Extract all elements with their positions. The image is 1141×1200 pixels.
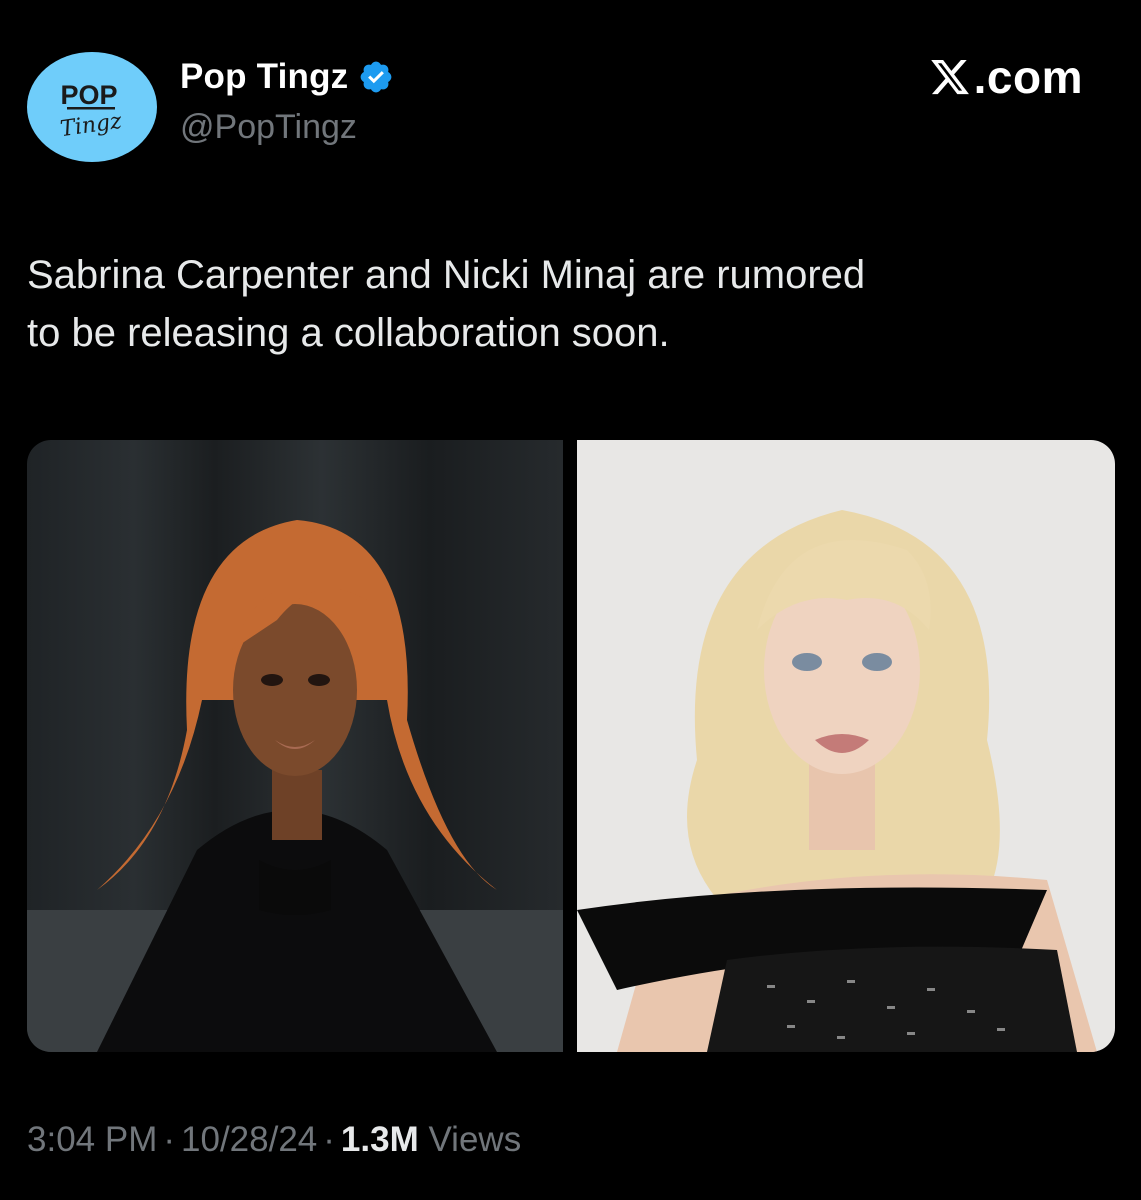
x-com-watermark: .com xyxy=(928,51,1083,103)
pop-tingz-logo-icon: POP Tingz xyxy=(59,80,124,142)
tweet-media-grid xyxy=(27,440,1115,1052)
media-photo-left[interactable] xyxy=(27,440,563,1052)
views-label: Views xyxy=(428,1120,522,1159)
account-handle[interactable]: @PopTingz xyxy=(180,108,357,147)
verified-badge-icon xyxy=(360,61,392,93)
display-name[interactable]: Pop Tingz xyxy=(180,57,348,97)
tweet-text: Sabrina Carpenter and Nicki Minaj are ru… xyxy=(27,246,1117,362)
avatar-logo-top: POP xyxy=(60,80,117,110)
name-row: Pop Tingz xyxy=(180,55,394,99)
tweet-metadata: 3:04 PM · 10/28/24 · 1.3M Views xyxy=(27,1120,521,1160)
tweet-date[interactable]: 10/28/24 xyxy=(181,1120,317,1159)
portrait-redhead-illustration xyxy=(27,520,563,1052)
avatar-logo-bottom: Tingz xyxy=(59,109,124,142)
meta-separator: · xyxy=(163,1120,176,1159)
media-photo-right[interactable] xyxy=(577,440,1115,1052)
brand-domain-text: .com xyxy=(973,51,1083,103)
x-logo-icon xyxy=(930,59,969,95)
views-count: 1.3M xyxy=(340,1120,419,1159)
avatar[interactable]: POP Tingz xyxy=(27,52,157,162)
portrait-blonde-illustration xyxy=(577,510,1097,1052)
meta-separator: · xyxy=(323,1120,335,1159)
tweet-time[interactable]: 3:04 PM xyxy=(27,1120,157,1159)
tweet-header: POP Tingz Pop Tingz @PopTingz .com xyxy=(0,0,1141,200)
tweet-text-line-1: Sabrina Carpenter and Nicki Minaj are ru… xyxy=(27,253,866,297)
tweet-text-line-2: to be releasing a collaboration soon. xyxy=(27,311,670,355)
